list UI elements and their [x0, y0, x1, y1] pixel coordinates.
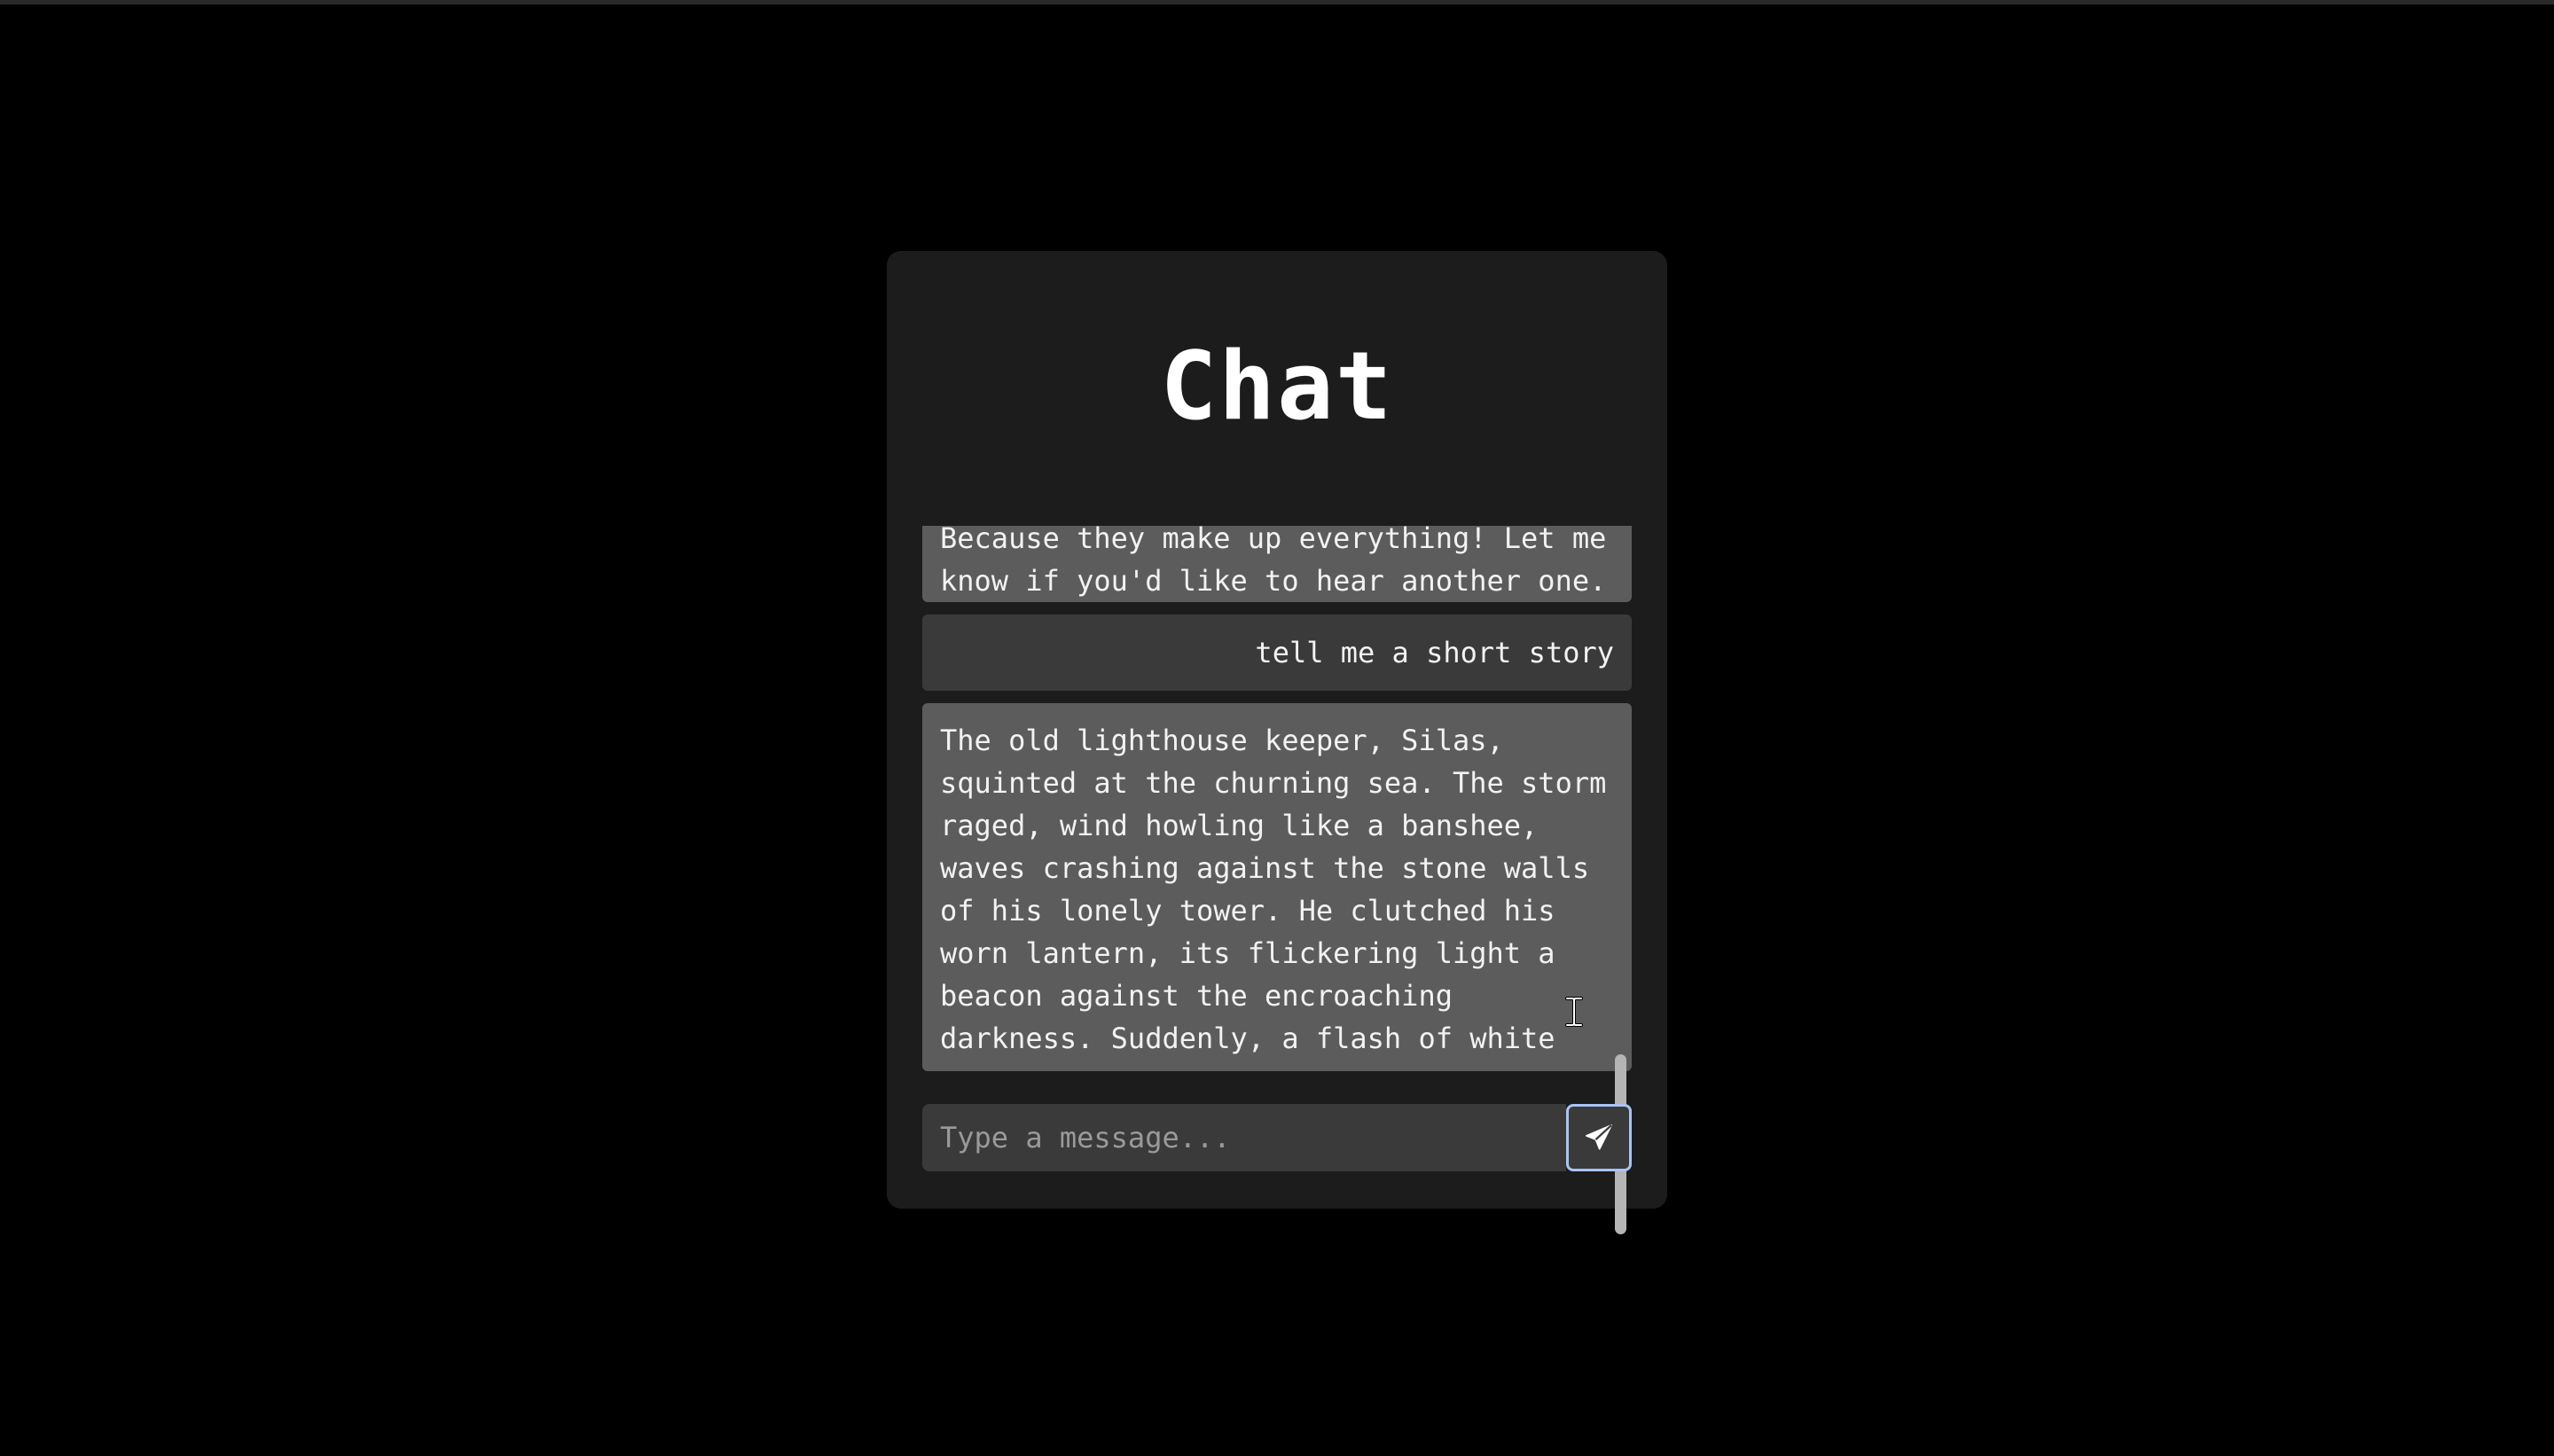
message-bot: Because they make up everything! Let me …: [922, 526, 1632, 602]
paper-plane-icon: [1585, 1123, 1613, 1150]
text-cursor-icon: [1565, 997, 1583, 1027]
message-text: The old lighthouse keeper, Silas, squint…: [940, 724, 1607, 1055]
message-list[interactable]: Because they make up everything! Let me …: [922, 526, 1632, 1337]
window-top-bar: [0, 0, 2554, 4]
message-bot: The old lighthouse keeper, Silas, squint…: [922, 703, 1632, 1071]
composer: [922, 1104, 1632, 1171]
chat-title: Chat: [1160, 332, 1394, 441]
message-list-viewport: Because they make up everything! Let me …: [922, 526, 1632, 1337]
chat-panel: Chat Because they make up everything! Le…: [887, 251, 1667, 1234]
message-input[interactable]: [922, 1104, 1566, 1171]
message-text: tell me a short story: [1255, 636, 1614, 669]
message-user: tell me a short story: [922, 614, 1632, 691]
send-button[interactable]: [1566, 1104, 1632, 1171]
message-text: Because they make up everything! Let me …: [940, 526, 1607, 598]
